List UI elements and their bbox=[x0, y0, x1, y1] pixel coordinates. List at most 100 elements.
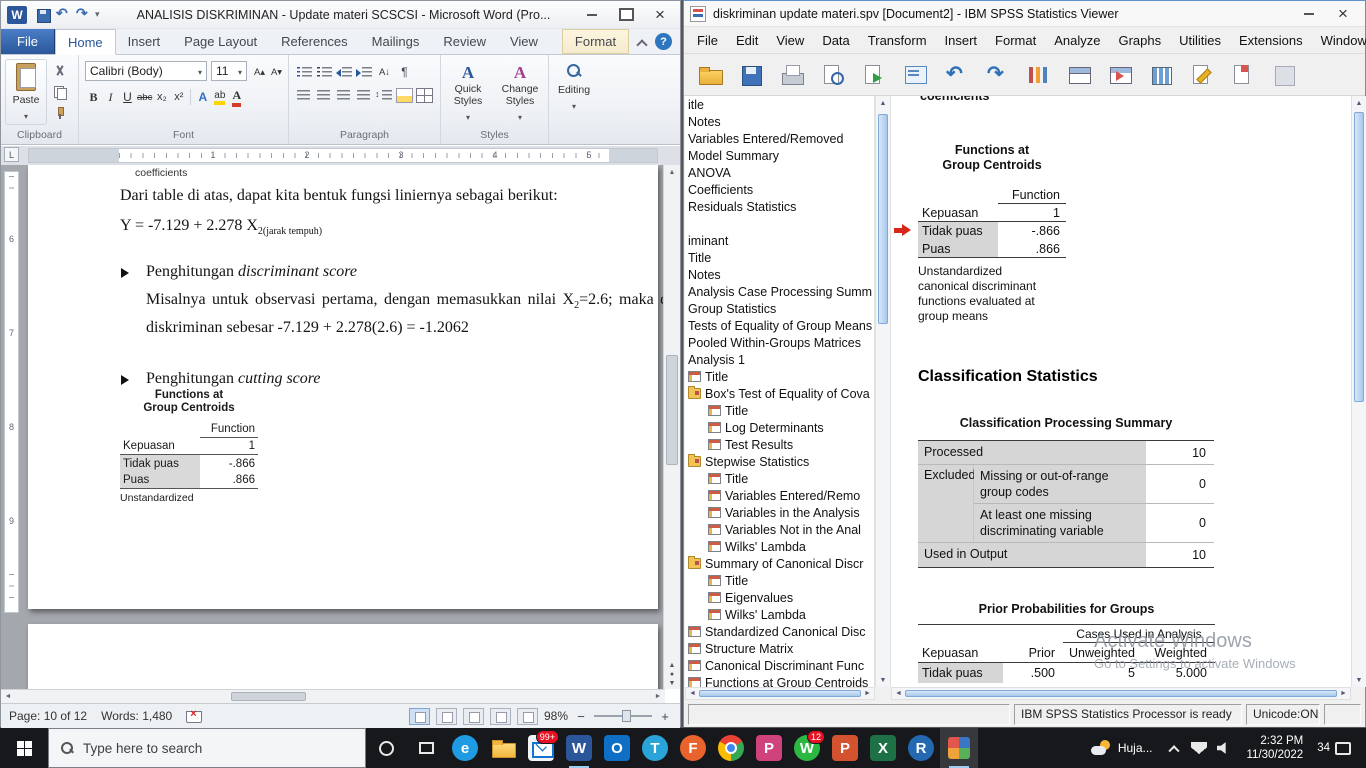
show-paragraph-marks-icon[interactable] bbox=[396, 63, 413, 81]
ribbon-tab[interactable]: Review bbox=[431, 29, 498, 54]
tree-item[interactable]: Stepwise Statistics bbox=[685, 453, 874, 470]
text-effects-icon[interactable] bbox=[194, 88, 211, 106]
content-vertical-scrollbar[interactable]: ▲ ▼ bbox=[1351, 96, 1366, 687]
menu-item[interactable]: Edit bbox=[727, 29, 767, 52]
open-file-icon[interactable] bbox=[696, 61, 724, 89]
tree-item[interactable]: Pooled Within-Groups Matrices bbox=[685, 334, 874, 351]
document-page-next[interactable] bbox=[28, 624, 658, 689]
tree-item[interactable]: Summary of Canonical Discr bbox=[685, 555, 874, 572]
tree-item[interactable]: Eigenvalues bbox=[685, 589, 874, 606]
grow-font-icon[interactable] bbox=[251, 63, 268, 81]
scroll-right-icon[interactable]: ► bbox=[1337, 688, 1350, 699]
scroll-up-icon[interactable]: ▲ bbox=[664, 165, 680, 179]
align-center-icon[interactable] bbox=[316, 88, 333, 103]
tree-item[interactable]: Standardized Canonical Disc bbox=[685, 623, 874, 640]
ribbon-tab[interactable]: Insert bbox=[116, 29, 173, 54]
scroll-right-icon[interactable]: ► bbox=[861, 688, 874, 699]
editing-button[interactable]: Editing bbox=[553, 63, 595, 114]
taskbar-excel-icon[interactable]: X bbox=[864, 728, 902, 768]
tree-item[interactable]: Functions at Group Centroids bbox=[685, 674, 874, 687]
cortana-button[interactable] bbox=[366, 728, 406, 768]
weather-widget[interactable]: Huja... bbox=[1082, 740, 1162, 756]
tree-item[interactable]: Variables in the Analysis bbox=[685, 504, 874, 521]
scroll-down-icon[interactable]: ▼ bbox=[1352, 673, 1366, 687]
ribbon-tab[interactable]: File bbox=[1, 29, 55, 54]
font-size-select[interactable]: 11 bbox=[211, 61, 247, 81]
classification-processing-summary-table[interactable]: Processed 10 Excluded Missing or out-of-… bbox=[918, 440, 1214, 568]
horizontal-ruler[interactable]: 12345 bbox=[28, 148, 658, 163]
tree-item[interactable]: Box's Test of Equality of Cova bbox=[685, 385, 874, 402]
scroll-down-icon[interactable]: ▼ bbox=[876, 673, 890, 687]
ribbon-tab[interactable]: Format bbox=[562, 29, 629, 54]
bullets-icon[interactable] bbox=[296, 65, 313, 80]
highlight-color-icon[interactable] bbox=[211, 88, 228, 106]
web-layout-button[interactable] bbox=[463, 708, 484, 725]
zoom-slider[interactable] bbox=[594, 715, 652, 717]
tree-item[interactable]: Model Summary bbox=[685, 147, 874, 164]
tab-selector[interactable] bbox=[4, 147, 19, 162]
task-view-button[interactable] bbox=[406, 728, 446, 768]
borders-icon[interactable] bbox=[416, 88, 433, 103]
tree-item[interactable]: Canonical Discriminant Func bbox=[685, 657, 874, 674]
content-horizontal-scrollbar[interactable]: ◄ ► bbox=[891, 687, 1351, 700]
strikethrough-icon[interactable] bbox=[136, 88, 153, 106]
taskbar-photos-icon[interactable]: P bbox=[750, 728, 788, 768]
centroids-table[interactable]: Function Kepuasan1 Tidak puas-.866 Puas.… bbox=[918, 186, 1066, 258]
output-pane[interactable]: coefficients Functions at Group Centroid… bbox=[891, 96, 1351, 687]
quick-access-dropdown-icon[interactable] bbox=[95, 7, 111, 23]
draft-view-button[interactable] bbox=[517, 708, 538, 725]
goto-chart-icon[interactable] bbox=[1024, 61, 1052, 89]
ribbon-tab[interactable]: View bbox=[498, 29, 550, 54]
ribbon-tab[interactable]: Page Layout bbox=[172, 29, 269, 54]
italic-icon[interactable] bbox=[102, 88, 119, 106]
select-last-output-icon[interactable] bbox=[1188, 61, 1216, 89]
tree-item[interactable]: Title bbox=[685, 572, 874, 589]
paste-button[interactable]: Paste bbox=[5, 59, 47, 125]
tree-item[interactable]: ANOVA bbox=[685, 164, 874, 181]
menu-item[interactable]: Format bbox=[986, 29, 1045, 52]
scroll-thumb[interactable] bbox=[1354, 112, 1364, 402]
scroll-up-icon[interactable]: ▲ bbox=[876, 96, 890, 110]
tree-item[interactable]: Tests of Equality of Group Means bbox=[685, 317, 874, 334]
select-browse-object-icon[interactable]: ● bbox=[670, 671, 674, 678]
tree-item[interactable]: Test Results bbox=[685, 436, 874, 453]
menu-item[interactable]: Window bbox=[1312, 29, 1366, 52]
shrink-font-icon[interactable] bbox=[268, 63, 285, 81]
taskbar-file-explorer-icon[interactable] bbox=[484, 728, 522, 768]
tree-vertical-scrollbar[interactable]: ▲ ▼ bbox=[875, 96, 891, 687]
format-painter-icon[interactable] bbox=[51, 105, 69, 121]
tree-item[interactable]: Wilks' Lambda bbox=[685, 606, 874, 623]
repeat-icon[interactable] bbox=[75, 7, 91, 23]
tree-item[interactable]: Title bbox=[685, 368, 874, 385]
full-screen-reading-button[interactable] bbox=[436, 708, 457, 725]
use-sets-icon[interactable] bbox=[1270, 61, 1298, 89]
scroll-up-icon[interactable]: ▲ bbox=[1352, 96, 1366, 110]
proofing-errors-icon[interactable] bbox=[186, 710, 202, 723]
zoom-slider-thumb[interactable] bbox=[622, 710, 631, 722]
word-horizontal-scrollbar[interactable]: ◄ ► bbox=[1, 689, 665, 703]
menu-item[interactable]: View bbox=[767, 29, 813, 52]
tree-item[interactable]: Log Determinants bbox=[685, 419, 874, 436]
menu-item[interactable]: Insert bbox=[936, 29, 987, 52]
tree-item[interactable] bbox=[685, 215, 874, 232]
outline-view-button[interactable] bbox=[490, 708, 511, 725]
show-hidden-icons-button[interactable] bbox=[1162, 728, 1187, 768]
menu-item[interactable]: Utilities bbox=[1170, 29, 1230, 52]
scroll-left-icon[interactable]: ◄ bbox=[1, 690, 15, 703]
taskbar-firefox-icon[interactable]: F bbox=[674, 728, 712, 768]
taskbar-spss-icon[interactable] bbox=[940, 728, 978, 768]
print-layout-view-button[interactable] bbox=[409, 708, 430, 725]
page-indicator[interactable]: Page: 10 of 12 bbox=[9, 709, 87, 723]
scroll-thumb[interactable] bbox=[666, 355, 678, 465]
underline-icon[interactable] bbox=[119, 88, 136, 106]
tree-item[interactable]: Notes bbox=[685, 113, 874, 130]
font-color-icon[interactable] bbox=[228, 88, 245, 106]
taskbar-powerpoint-icon[interactable]: P bbox=[826, 728, 864, 768]
previous-page-icon[interactable]: ▲ bbox=[669, 662, 676, 669]
cut-icon[interactable] bbox=[51, 63, 69, 79]
tree-item[interactable]: Variables Not in the Anal bbox=[685, 521, 874, 538]
taskbar-whatsapp-icon[interactable]: W 12 bbox=[788, 728, 826, 768]
tree-item[interactable]: Group Statistics bbox=[685, 300, 874, 317]
taskbar-word-icon[interactable]: W bbox=[560, 728, 598, 768]
tree-item[interactable]: Title bbox=[685, 470, 874, 487]
